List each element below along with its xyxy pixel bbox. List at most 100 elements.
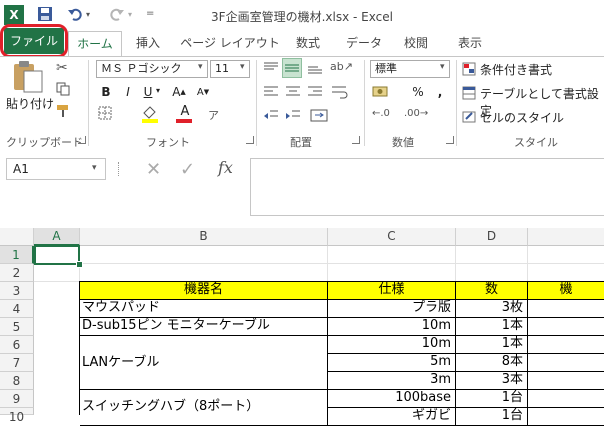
cell-styles-button[interactable]: セルのスタイル	[480, 109, 564, 126]
undo-dropdown-icon[interactable]: ▾	[86, 10, 90, 19]
tab-page-layout[interactable]: ページ レイアウト	[180, 31, 280, 55]
comma-style-button[interactable]: ,	[432, 82, 448, 102]
chevron-down-icon[interactable]: ▾	[240, 62, 245, 72]
font-color-icon[interactable]: A	[176, 104, 194, 124]
confirm-entry-icon[interactable]: ✓	[180, 159, 195, 180]
cell-e4[interactable]	[528, 300, 604, 318]
cell-d5[interactable]: 1本	[456, 318, 528, 336]
formula-bar-grip[interactable]	[118, 162, 122, 176]
cell-b4[interactable]: マウスパッド	[80, 300, 328, 318]
alignment-launcher-icon[interactable]	[352, 136, 360, 144]
number-launcher-icon[interactable]	[446, 136, 454, 144]
tab-insert[interactable]: 挿入	[128, 31, 168, 55]
align-top-icon[interactable]	[262, 60, 280, 76]
cell-e6[interactable]	[528, 336, 604, 354]
number-format-dropdown[interactable]: 標準	[370, 60, 450, 78]
row-header-7[interactable]: 7	[0, 354, 34, 372]
chevron-down-icon[interactable]: ▾	[198, 62, 203, 72]
borders-icon[interactable]	[98, 106, 114, 120]
phonetic-guide-icon[interactable]: ア	[208, 108, 222, 122]
table-header-qty[interactable]: 数	[456, 282, 528, 300]
font-launcher-icon[interactable]	[246, 136, 254, 144]
conditional-format-button[interactable]: 条件付き書式	[480, 61, 552, 78]
decrease-indent-icon[interactable]	[262, 108, 280, 124]
cell-c7[interactable]: 5m	[328, 354, 456, 372]
align-middle-icon[interactable]	[282, 58, 302, 78]
tab-formulas[interactable]: 数式	[288, 31, 328, 55]
cell-c6[interactable]: 10m	[328, 336, 456, 354]
cell-b9-merged[interactable]: スイッチングハブ（8ポート）	[80, 390, 328, 426]
cell-c9[interactable]: 100base	[328, 390, 456, 408]
cell-e9[interactable]	[528, 390, 604, 408]
cell-d10[interactable]: 1台	[456, 408, 528, 426]
table-header-extra[interactable]: 機	[528, 282, 604, 300]
chevron-down-icon[interactable]: ▾	[92, 163, 97, 173]
increase-decimal-icon[interactable]: ←.0	[372, 108, 390, 119]
cell-c4[interactable]: プラ版	[328, 300, 456, 318]
align-bottom-icon[interactable]	[306, 60, 324, 76]
tab-review[interactable]: 校閲	[396, 31, 436, 55]
cell-c10[interactable]: ギガビ	[328, 408, 456, 426]
percent-style-button[interactable]: %	[410, 82, 426, 102]
copy-icon[interactable]	[56, 82, 70, 96]
tab-data[interactable]: データ	[340, 31, 388, 55]
row-header-8[interactable]: 8	[0, 372, 34, 390]
align-left-icon[interactable]	[262, 84, 280, 100]
tab-home[interactable]: ホーム	[68, 31, 122, 58]
column-header-b[interactable]: B	[80, 228, 328, 246]
row-header-4[interactable]: 4	[0, 300, 34, 318]
shrink-font-icon[interactable]: A ▼	[194, 82, 212, 102]
customize-toolbar-icon[interactable]: =	[146, 8, 154, 19]
column-header-c[interactable]: C	[328, 228, 456, 246]
fill-color-icon[interactable]	[140, 104, 160, 124]
table-header-name[interactable]: 機器名	[80, 282, 328, 300]
cut-icon[interactable]: ✂	[56, 60, 68, 76]
cell-d9[interactable]: 1台	[456, 390, 528, 408]
cell-e5[interactable]	[528, 318, 604, 336]
paste-button-label[interactable]: 貼り付け	[6, 95, 54, 112]
paste-icon[interactable]	[10, 60, 44, 94]
format-painter-icon[interactable]	[56, 104, 70, 118]
bold-button[interactable]: B	[98, 82, 114, 102]
cell-d6[interactable]: 1本	[456, 336, 528, 354]
formula-input[interactable]	[250, 158, 604, 216]
wrap-text-icon[interactable]	[330, 84, 350, 100]
chevron-down-icon[interactable]: ▾	[156, 86, 160, 95]
font-name-dropdown[interactable]: ＭＳ Ｐゴシック	[96, 60, 208, 78]
row-header-9[interactable]: 9	[0, 390, 34, 408]
column-header-a[interactable]: A	[34, 228, 80, 246]
column-header-d[interactable]: D	[456, 228, 528, 246]
cell-c5[interactable]: 10m	[328, 318, 456, 336]
table-header-spec[interactable]: 仕様	[328, 282, 456, 300]
row-header-6[interactable]: 6	[0, 336, 34, 354]
save-icon[interactable]	[36, 5, 54, 23]
cell-d4[interactable]: 3枚	[456, 300, 528, 318]
cell-b6-merged[interactable]: LANケーブル	[80, 336, 328, 390]
row-header-3[interactable]: 3	[0, 282, 34, 300]
align-right-icon[interactable]	[306, 84, 324, 100]
cell-b5[interactable]: D-sub15ピン モニターケーブル	[80, 318, 328, 336]
cell-e8[interactable]	[528, 372, 604, 390]
redo-dropdown-icon[interactable]: ▾	[128, 10, 132, 19]
row-header-2[interactable]: 2	[0, 264, 34, 282]
italic-button[interactable]: I	[120, 82, 136, 102]
cell-e10[interactable]	[528, 408, 604, 426]
column-header-e[interactable]	[528, 228, 604, 246]
undo-icon[interactable]	[66, 5, 84, 23]
active-cell-a1[interactable]	[34, 245, 80, 265]
increase-indent-icon[interactable]	[284, 108, 302, 124]
align-center-icon[interactable]	[284, 84, 302, 100]
orientation-icon[interactable]: ab↗	[330, 60, 353, 76]
grow-font-icon[interactable]: A ▲	[170, 82, 188, 102]
conditional-format-icon[interactable]	[462, 62, 476, 76]
cell-c8[interactable]: 3m	[328, 372, 456, 390]
merge-center-icon[interactable]	[310, 108, 330, 124]
cancel-entry-icon[interactable]: ✕	[146, 159, 161, 180]
select-all-corner[interactable]	[0, 228, 34, 246]
format-as-table-icon[interactable]	[462, 86, 476, 100]
cell-d7[interactable]: 8本	[456, 354, 528, 372]
row-header-1[interactable]: 1	[0, 246, 34, 264]
cell-d8[interactable]: 3本	[456, 372, 528, 390]
fill-handle[interactable]	[76, 261, 83, 268]
name-box[interactable]: A1	[6, 158, 106, 180]
